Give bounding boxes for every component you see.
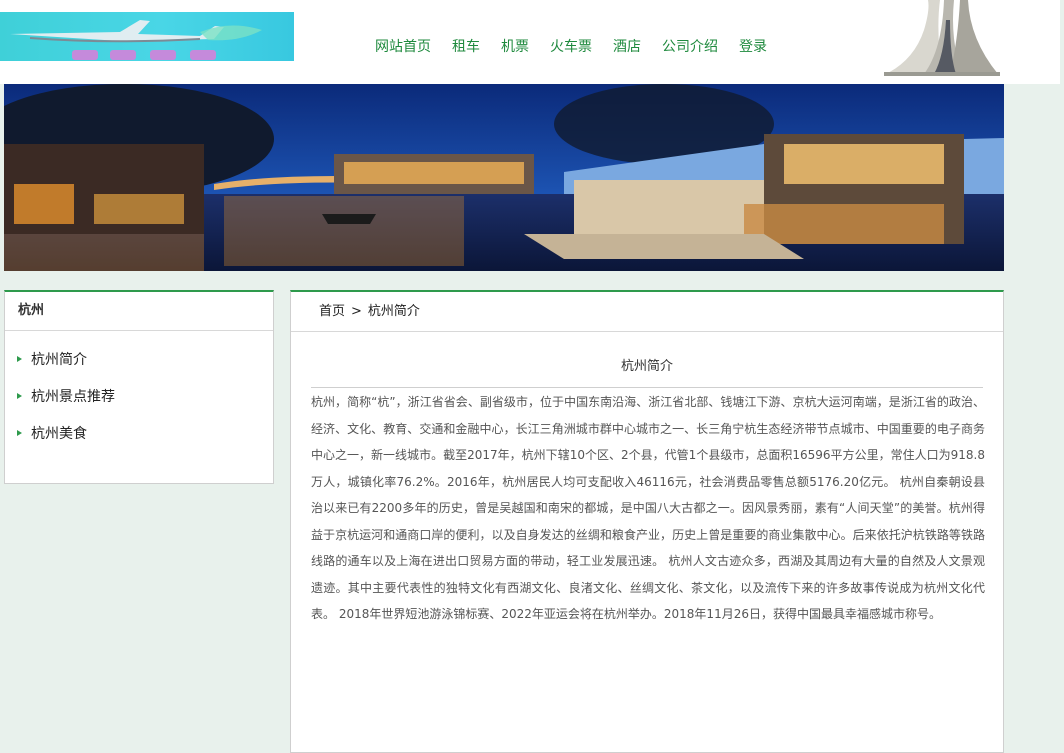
breadcrumb-current: 杭州简介 (367, 304, 420, 319)
nav-home[interactable]: 网站首页 (375, 38, 431, 56)
nav-train-tickets[interactable]: 火车票 (550, 38, 592, 56)
breadcrumb: 首页 > 杭州简介 (291, 292, 1003, 332)
triangle-right-icon (17, 356, 22, 362)
breadcrumb-home-link[interactable]: 首页 (319, 304, 345, 319)
content-panel: 首页 > 杭州简介 杭州简介 杭州，简称“杭”，浙江省省会、副省级市，位于中国东南沿… (290, 290, 1004, 753)
sidebar-item-hangzhou-intro[interactable]: 杭州简介 (5, 343, 273, 380)
sidebar-item-food[interactable]: 杭州美食 (5, 417, 273, 454)
main-nav: 网站首页 租车 机票 火车票 酒店 公司介绍 登录 (375, 38, 767, 56)
header-architecture-image (884, 0, 1000, 76)
site-header: 网站首页 租车 机票 火车票 酒店 公司介绍 登录 (0, 0, 1060, 84)
nav-hotels[interactable]: 酒店 (613, 38, 641, 56)
sidebar-item-attractions[interactable]: 杭州景点推荐 (5, 380, 273, 417)
sidebar-item-label: 杭州简介 (31, 352, 87, 368)
site-logo[interactable] (0, 12, 294, 61)
nav-about[interactable]: 公司介绍 (662, 38, 718, 56)
triangle-right-icon (17, 430, 22, 436)
sidebar-title: 杭州 (5, 292, 273, 331)
airplane-logo-icon (10, 20, 262, 60)
sidebar-item-label: 杭州景点推荐 (31, 389, 115, 405)
banner-night-water-town-image (4, 84, 1004, 271)
sidebar-item-label: 杭州美食 (31, 426, 87, 442)
article-title: 杭州简介 (311, 355, 983, 388)
nav-flights[interactable]: 机票 (501, 38, 529, 56)
sidebar-list: 杭州简介 杭州景点推荐 杭州美食 (5, 331, 273, 454)
nav-login[interactable]: 登录 (739, 38, 767, 56)
sidebar: 杭州 杭州简介 杭州景点推荐 杭州美食 (4, 290, 274, 484)
article-body: 杭州，简称“杭”，浙江省省会、副省级市，位于中国东南沿海、浙江省北部、钱塘江下游… (311, 395, 985, 621)
breadcrumb-separator: > (351, 304, 362, 319)
triangle-right-icon (17, 393, 22, 399)
nav-car-rental[interactable]: 租车 (452, 38, 480, 56)
